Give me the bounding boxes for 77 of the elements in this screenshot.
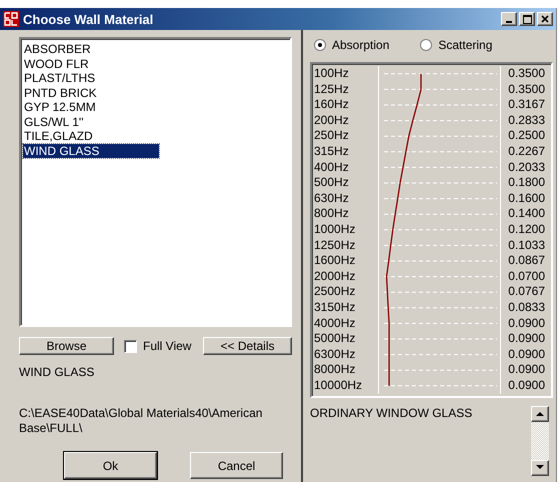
frequency-label: 630Hz: [314, 190, 350, 206]
frequency-label: 500Hz: [314, 175, 350, 191]
browse-button[interactable]: Browse: [19, 337, 114, 355]
coefficient-value: 0.1600: [507, 190, 546, 206]
list-item[interactable]: WOOD FLR: [23, 56, 159, 71]
coefficient-value: 0.0900: [507, 362, 546, 378]
window-title: Choose Wall Material: [23, 12, 154, 26]
list-item[interactable]: TILE,GLAZD: [23, 129, 159, 144]
frequency-label: 1600Hz: [314, 253, 356, 269]
frequency-label: 125Hz: [314, 82, 350, 98]
radio-label: Scattering: [438, 38, 492, 52]
maximize-button[interactable]: [519, 12, 535, 26]
coefficient-value: 0.0900: [507, 331, 546, 347]
maximize-icon: [522, 14, 532, 24]
up-arrow-icon: [536, 411, 544, 416]
coefficient-value: 0.0700: [507, 268, 546, 284]
coefficient-value: 0.2833: [507, 112, 546, 128]
coefficient-value: 0.3500: [507, 66, 546, 82]
coefficient-value: 0.3167: [507, 97, 546, 113]
frequency-label: 315Hz: [314, 144, 350, 160]
frequency-label: 4000Hz: [314, 316, 356, 332]
frequency-label: 100Hz: [314, 66, 350, 82]
coefficient-value: 0.1033: [507, 238, 546, 254]
coefficient-value: 0.3500: [507, 82, 546, 98]
scroll-down-button[interactable]: [531, 460, 549, 476]
list-item[interactable]: WIND GLASS: [23, 144, 159, 158]
frequency-label: 200Hz: [314, 112, 350, 128]
frequency-label: 1000Hz: [314, 222, 356, 238]
close-button[interactable]: [537, 12, 553, 26]
checkbox-label: Full View: [143, 339, 192, 353]
minimize-button[interactable]: [501, 12, 517, 26]
frequency-label: 8000Hz: [314, 362, 356, 378]
details-button[interactable]: << Details: [203, 337, 292, 355]
frequency-label: 1250Hz: [314, 238, 356, 254]
coefficient-value: 0.0900: [507, 316, 546, 332]
radio-button[interactable]: [314, 39, 326, 51]
cancel-button[interactable]: Cancel: [190, 452, 283, 479]
frequency-label: 250Hz: [314, 128, 350, 144]
frequency-label: 800Hz: [314, 206, 350, 222]
frequency-label: 5000Hz: [314, 331, 356, 347]
ok-button[interactable]: Ok: [64, 452, 157, 479]
down-arrow-icon: [536, 465, 544, 470]
list-item[interactable]: GLS/WL 1'': [23, 114, 159, 129]
frequency-label: 2500Hz: [314, 284, 356, 300]
checkbox-box[interactable]: [124, 340, 137, 352]
list-item[interactable]: PNTD BRICK: [23, 86, 159, 100]
list-item[interactable]: GYP 12.5MM: [23, 100, 159, 114]
radio-label: Absorption: [332, 38, 390, 52]
frequency-label: 3150Hz: [314, 300, 356, 316]
coefficient-value: 0.2500: [507, 128, 546, 144]
frequency-label: 160Hz: [314, 97, 350, 113]
material-description: ORDINARY WINDOW GLASS: [310, 406, 472, 422]
coefficient-value: 0.0900: [507, 378, 546, 394]
frequency-label: 10000Hz: [314, 378, 364, 394]
close-icon: [541, 15, 549, 23]
coefficient-value: 0.1200: [507, 222, 546, 238]
app-logo-icon: [3, 11, 19, 27]
coefficient-value: 0.1400: [507, 206, 546, 222]
full-view-checkbox[interactable]: Full View: [124, 339, 192, 353]
coefficient-value: 0.0900: [507, 346, 546, 362]
material-list[interactable]: ABSORBER WOOD FLR PLAST/LTHS PNTD BRICK GYP 12.5MM GLS/WL 1'' TILE,GLAZD WIND GLASS: [19, 37, 292, 327]
coefficient-value: 0.2033: [507, 160, 546, 176]
scrollbar[interactable]: [531, 406, 549, 476]
file-path: C:\EASE40Data\Global Materials40\American Base\FULL\: [19, 406, 264, 436]
coefficient-value: 0.0867: [507, 253, 546, 269]
radio-button[interactable]: [420, 39, 432, 51]
coefficient-value: 0.0767: [507, 284, 546, 300]
frequency-label: 2000Hz: [314, 268, 356, 284]
frequency-label: 6300Hz: [314, 346, 356, 362]
list-item[interactable]: ABSORBER: [23, 42, 159, 56]
material-name: WIND GLASS: [19, 365, 96, 379]
coefficient-value: 0.2267: [507, 144, 546, 160]
scroll-up-button[interactable]: [531, 406, 549, 422]
frequency-label: 400Hz: [314, 160, 350, 176]
coefficient-value: 0.1800: [507, 175, 546, 191]
coefficient-value: 0.0833: [507, 300, 546, 316]
list-item[interactable]: PLAST/LTHS: [23, 71, 159, 86]
